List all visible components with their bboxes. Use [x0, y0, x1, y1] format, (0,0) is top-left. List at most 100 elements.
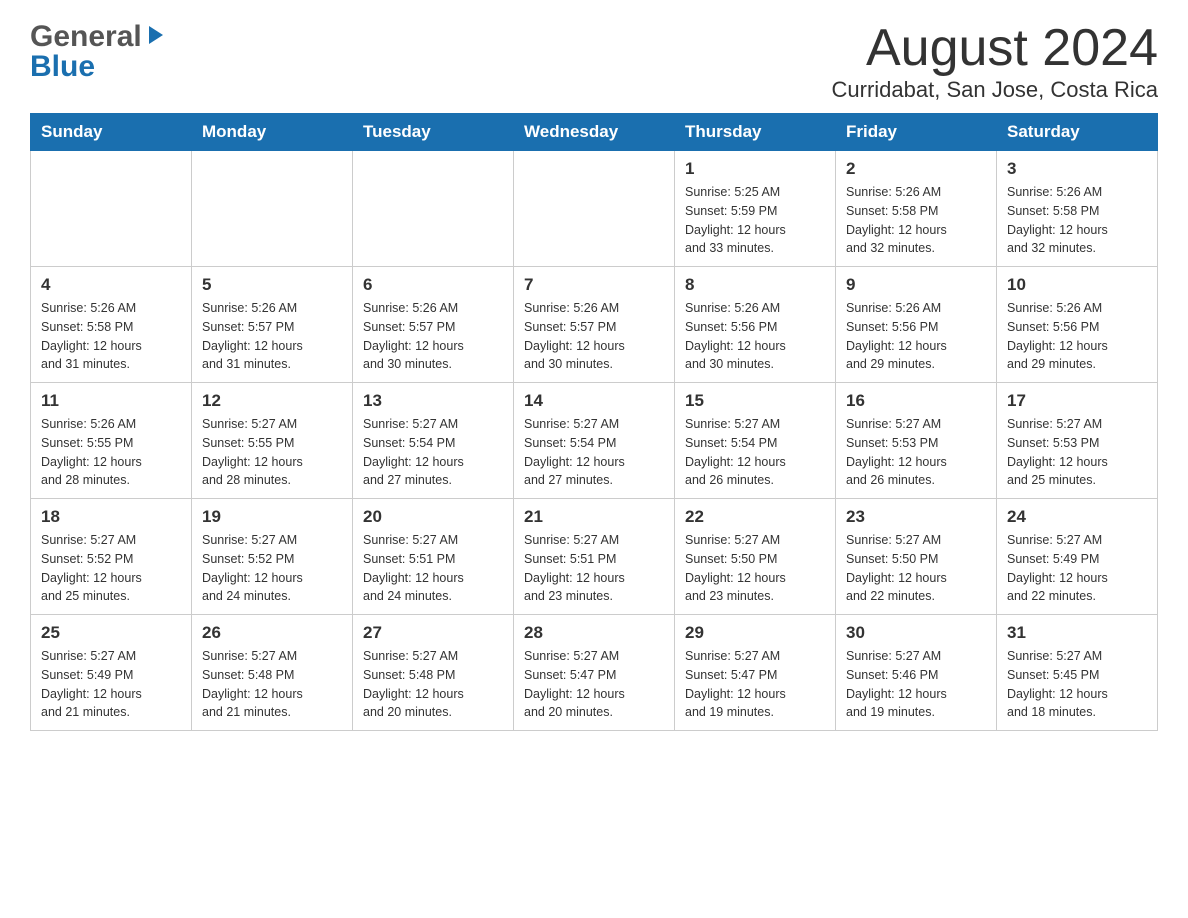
calendar-cell: 25 Sunrise: 5:27 AM Sunset: 5:49 PM Dayli… — [31, 615, 192, 731]
title-area: August 2024 Curridabat, San Jose, Costa … — [832, 20, 1159, 103]
location-label: Curridabat, San Jose, Costa Rica — [832, 77, 1159, 103]
calendar-cell: 2 Sunrise: 5:26 AM Sunset: 5:58 PM Daylig… — [836, 151, 997, 267]
calendar-cell: 28 Sunrise: 5:27 AM Sunset: 5:47 PM Dayli… — [514, 615, 675, 731]
day-info: Sunrise: 5:27 AM Sunset: 5:46 PM Dayligh… — [846, 647, 986, 722]
day-info: Sunrise: 5:26 AM Sunset: 5:58 PM Dayligh… — [846, 183, 986, 258]
calendar-cell: 9 Sunrise: 5:26 AM Sunset: 5:56 PM Daylig… — [836, 267, 997, 383]
calendar-cell: 26Sunrise: 5:27 AM Sunset: 5:48 PM Dayli… — [192, 615, 353, 731]
logo-triangle-icon — [144, 24, 166, 46]
week-row-5: 25 Sunrise: 5:27 AM Sunset: 5:49 PM Dayli… — [31, 615, 1158, 731]
day-number: 10 — [1007, 275, 1147, 295]
calendar-cell: 14 Sunrise: 5:27 AM Sunset: 5:54 PM Dayli… — [514, 383, 675, 499]
calendar-cell: 21 Sunrise: 5:27 AM Sunset: 5:51 PM Dayli… — [514, 499, 675, 615]
calendar-cell: 10 Sunrise: 5:26 AM Sunset: 5:56 PM Dayli… — [997, 267, 1158, 383]
day-number: 25 — [41, 623, 181, 643]
day-info: Sunrise: 5:26 AM Sunset: 5:57 PM Dayligh… — [363, 299, 503, 374]
calendar-cell — [514, 151, 675, 267]
month-title: August 2024 — [832, 20, 1159, 77]
calendar-cell: 29Sunrise: 5:27 AM Sunset: 5:47 PM Dayli… — [675, 615, 836, 731]
day-info: Sunrise: 5:27 AM Sunset: 5:48 PM Dayligh… — [363, 647, 503, 722]
day-info: Sunrise: 5:27 AM Sunset: 5:51 PM Dayligh… — [524, 531, 664, 606]
day-info: Sunrise: 5:27 AM Sunset: 5:51 PM Dayligh… — [363, 531, 503, 606]
day-info: Sunrise: 5:26 AM Sunset: 5:56 PM Dayligh… — [1007, 299, 1147, 374]
calendar-cell: 4Sunrise: 5:26 AM Sunset: 5:58 PM Daylig… — [31, 267, 192, 383]
day-info: Sunrise: 5:25 AM Sunset: 5:59 PM Dayligh… — [685, 183, 825, 258]
calendar-cell — [353, 151, 514, 267]
calendar-cell: 11Sunrise: 5:26 AM Sunset: 5:55 PM Dayli… — [31, 383, 192, 499]
day-number: 28 — [524, 623, 664, 643]
calendar-cell: 5 Sunrise: 5:26 AM Sunset: 5:57 PM Daylig… — [192, 267, 353, 383]
day-info: Sunrise: 5:26 AM Sunset: 5:56 PM Dayligh… — [685, 299, 825, 374]
col-sunday: Sunday — [31, 114, 192, 151]
day-info: Sunrise: 5:27 AM Sunset: 5:47 PM Dayligh… — [685, 647, 825, 722]
day-number: 20 — [363, 507, 503, 527]
logo: General Blue — [30, 20, 166, 84]
calendar-cell: 27 Sunrise: 5:27 AM Sunset: 5:48 PM Dayli… — [353, 615, 514, 731]
day-number: 2 — [846, 159, 986, 179]
day-number: 23 — [846, 507, 986, 527]
day-number: 17 — [1007, 391, 1147, 411]
calendar-cell: 23 Sunrise: 5:27 AM Sunset: 5:50 PM Dayli… — [836, 499, 997, 615]
calendar-cell: 8 Sunrise: 5:26 AM Sunset: 5:56 PM Daylig… — [675, 267, 836, 383]
calendar-cell: 6 Sunrise: 5:26 AM Sunset: 5:57 PM Daylig… — [353, 267, 514, 383]
logo-general-text: General — [30, 20, 142, 54]
calendar-cell: 24Sunrise: 5:27 AM Sunset: 5:49 PM Dayli… — [997, 499, 1158, 615]
calendar-cell: 20 Sunrise: 5:27 AM Sunset: 5:51 PM Dayli… — [353, 499, 514, 615]
col-wednesday: Wednesday — [514, 114, 675, 151]
day-info: Sunrise: 5:27 AM Sunset: 5:48 PM Dayligh… — [202, 647, 342, 722]
day-info: Sunrise: 5:27 AM Sunset: 5:47 PM Dayligh… — [524, 647, 664, 722]
calendar-cell — [192, 151, 353, 267]
day-number: 22 — [685, 507, 825, 527]
day-number: 9 — [846, 275, 986, 295]
day-info: Sunrise: 5:27 AM Sunset: 5:54 PM Dayligh… — [363, 415, 503, 490]
day-number: 21 — [524, 507, 664, 527]
day-info: Sunrise: 5:27 AM Sunset: 5:45 PM Dayligh… — [1007, 647, 1147, 722]
day-number: 7 — [524, 275, 664, 295]
day-info: Sunrise: 5:26 AM Sunset: 5:57 PM Dayligh… — [202, 299, 342, 374]
day-info: Sunrise: 5:27 AM Sunset: 5:54 PM Dayligh… — [524, 415, 664, 490]
day-number: 15 — [685, 391, 825, 411]
day-number: 27 — [363, 623, 503, 643]
col-tuesday: Tuesday — [353, 114, 514, 151]
day-number: 18 — [41, 507, 181, 527]
calendar-cell: 16Sunrise: 5:27 AM Sunset: 5:53 PM Dayli… — [836, 383, 997, 499]
day-info: Sunrise: 5:27 AM Sunset: 5:52 PM Dayligh… — [202, 531, 342, 606]
calendar-header-row: Sunday Monday Tuesday Wednesday Thursday… — [31, 114, 1158, 151]
day-info: Sunrise: 5:27 AM Sunset: 5:50 PM Dayligh… — [685, 531, 825, 606]
day-number: 13 — [363, 391, 503, 411]
logo-blue-text: Blue — [30, 50, 95, 84]
day-info: Sunrise: 5:27 AM Sunset: 5:54 PM Dayligh… — [685, 415, 825, 490]
day-number: 6 — [363, 275, 503, 295]
week-row-2: 4Sunrise: 5:26 AM Sunset: 5:58 PM Daylig… — [31, 267, 1158, 383]
week-row-3: 11Sunrise: 5:26 AM Sunset: 5:55 PM Dayli… — [31, 383, 1158, 499]
calendar-cell: 31Sunrise: 5:27 AM Sunset: 5:45 PM Dayli… — [997, 615, 1158, 731]
day-number: 19 — [202, 507, 342, 527]
calendar-cell: 1 Sunrise: 5:25 AM Sunset: 5:59 PM Daylig… — [675, 151, 836, 267]
day-info: Sunrise: 5:27 AM Sunset: 5:53 PM Dayligh… — [1007, 415, 1147, 490]
col-friday: Friday — [836, 114, 997, 151]
day-info: Sunrise: 5:27 AM Sunset: 5:52 PM Dayligh… — [41, 531, 181, 606]
day-info: Sunrise: 5:27 AM Sunset: 5:49 PM Dayligh… — [1007, 531, 1147, 606]
day-number: 3 — [1007, 159, 1147, 179]
day-number: 5 — [202, 275, 342, 295]
day-info: Sunrise: 5:27 AM Sunset: 5:55 PM Dayligh… — [202, 415, 342, 490]
calendar-cell: 13 Sunrise: 5:27 AM Sunset: 5:54 PM Dayli… — [353, 383, 514, 499]
day-number: 8 — [685, 275, 825, 295]
day-info: Sunrise: 5:27 AM Sunset: 5:49 PM Dayligh… — [41, 647, 181, 722]
day-number: 14 — [524, 391, 664, 411]
calendar-cell: 18 Sunrise: 5:27 AM Sunset: 5:52 PM Dayli… — [31, 499, 192, 615]
day-info: Sunrise: 5:27 AM Sunset: 5:50 PM Dayligh… — [846, 531, 986, 606]
day-number: 16 — [846, 391, 986, 411]
calendar-cell: 7 Sunrise: 5:26 AM Sunset: 5:57 PM Daylig… — [514, 267, 675, 383]
calendar-cell: 15 Sunrise: 5:27 AM Sunset: 5:54 PM Dayli… — [675, 383, 836, 499]
col-saturday: Saturday — [997, 114, 1158, 151]
day-info: Sunrise: 5:26 AM Sunset: 5:56 PM Dayligh… — [846, 299, 986, 374]
col-thursday: Thursday — [675, 114, 836, 151]
calendar-cell: 17 Sunrise: 5:27 AM Sunset: 5:53 PM Dayli… — [997, 383, 1158, 499]
day-number: 1 — [685, 159, 825, 179]
day-info: Sunrise: 5:26 AM Sunset: 5:57 PM Dayligh… — [524, 299, 664, 374]
day-number: 11 — [41, 391, 181, 411]
col-monday: Monday — [192, 114, 353, 151]
page-header: General Blue August 2024 Curridabat, San… — [30, 20, 1158, 103]
day-number: 12 — [202, 391, 342, 411]
